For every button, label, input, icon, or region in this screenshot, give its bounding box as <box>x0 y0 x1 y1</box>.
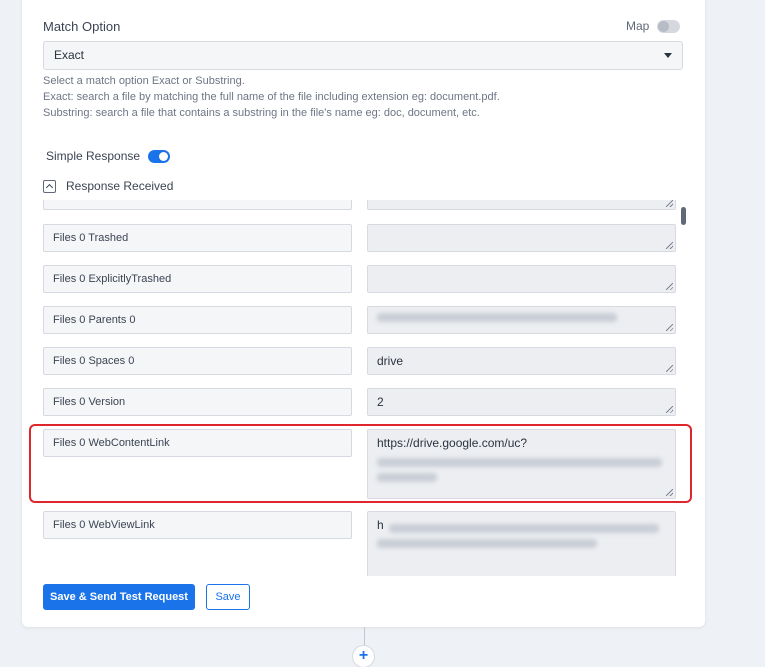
redacted-value <box>377 313 617 322</box>
match-option-value: Exact <box>54 48 85 62</box>
resize-grip-icon[interactable] <box>666 242 673 249</box>
save-button[interactable]: Save <box>206 584 250 610</box>
connector-line <box>364 627 365 645</box>
redacted-value <box>389 524 659 533</box>
save-send-test-button[interactable]: Save & Send Test Request <box>43 584 195 610</box>
help-text-1: Select a match option Exact or Substring… <box>43 75 245 87</box>
field-value[interactable]: h <box>367 511 676 576</box>
highlight-annotation <box>29 424 692 503</box>
field-key: Files 0 Trashed <box>43 224 352 252</box>
resize-grip-icon[interactable] <box>666 283 673 290</box>
response-received-header[interactable]: Response Received <box>43 179 173 193</box>
resize-grip-icon[interactable] <box>666 200 673 207</box>
help-text-3: Substring: search a file that contains a… <box>43 107 480 119</box>
map-toggle[interactable] <box>657 19 681 33</box>
field-key: Files 0 WebViewLink <box>43 511 352 539</box>
redacted-value <box>377 539 597 548</box>
simple-response-toggle[interactable] <box>148 149 171 163</box>
match-option-label: Match Option <box>43 19 121 34</box>
field-key: Files 0 ExplicitlyTrashed <box>43 265 352 293</box>
add-step-button[interactable]: + <box>352 645 375 667</box>
map-toggle-group[interactable]: Map <box>626 19 681 33</box>
chevron-up-icon[interactable] <box>43 179 56 193</box>
help-text-2: Exact: search a file by matching the ful… <box>43 91 500 103</box>
match-option-select[interactable]: Exact <box>43 41 683 70</box>
scrollbar-thumb[interactable] <box>681 207 686 225</box>
field-key: Files 0 Spaces 0 <box>43 347 352 375</box>
field-value[interactable] <box>367 306 676 334</box>
simple-response-label: Simple Response <box>46 149 141 163</box>
field-key: Files 0 Parents 0 <box>43 306 352 334</box>
simple-response-group[interactable]: Simple Response <box>46 149 171 163</box>
field-key <box>43 200 352 210</box>
response-fields-list[interactable]: Files 0 Trashed Files 0 ExplicitlyTrashe… <box>23 200 687 576</box>
map-label: Map <box>626 19 650 33</box>
field-value[interactable] <box>367 224 676 252</box>
resize-grip-icon[interactable] <box>666 406 673 413</box>
field-value[interactable] <box>367 200 676 210</box>
resize-grip-icon[interactable] <box>666 365 673 372</box>
caret-down-icon <box>664 53 672 58</box>
resize-grip-icon[interactable] <box>666 324 673 331</box>
field-value[interactable]: drive <box>367 347 676 375</box>
field-value[interactable] <box>367 265 676 293</box>
field-value[interactable]: 2 <box>367 388 676 416</box>
field-key: Files 0 Version <box>43 388 352 416</box>
scrollbar[interactable] <box>681 205 686 575</box>
response-received-label: Response Received <box>66 179 174 193</box>
